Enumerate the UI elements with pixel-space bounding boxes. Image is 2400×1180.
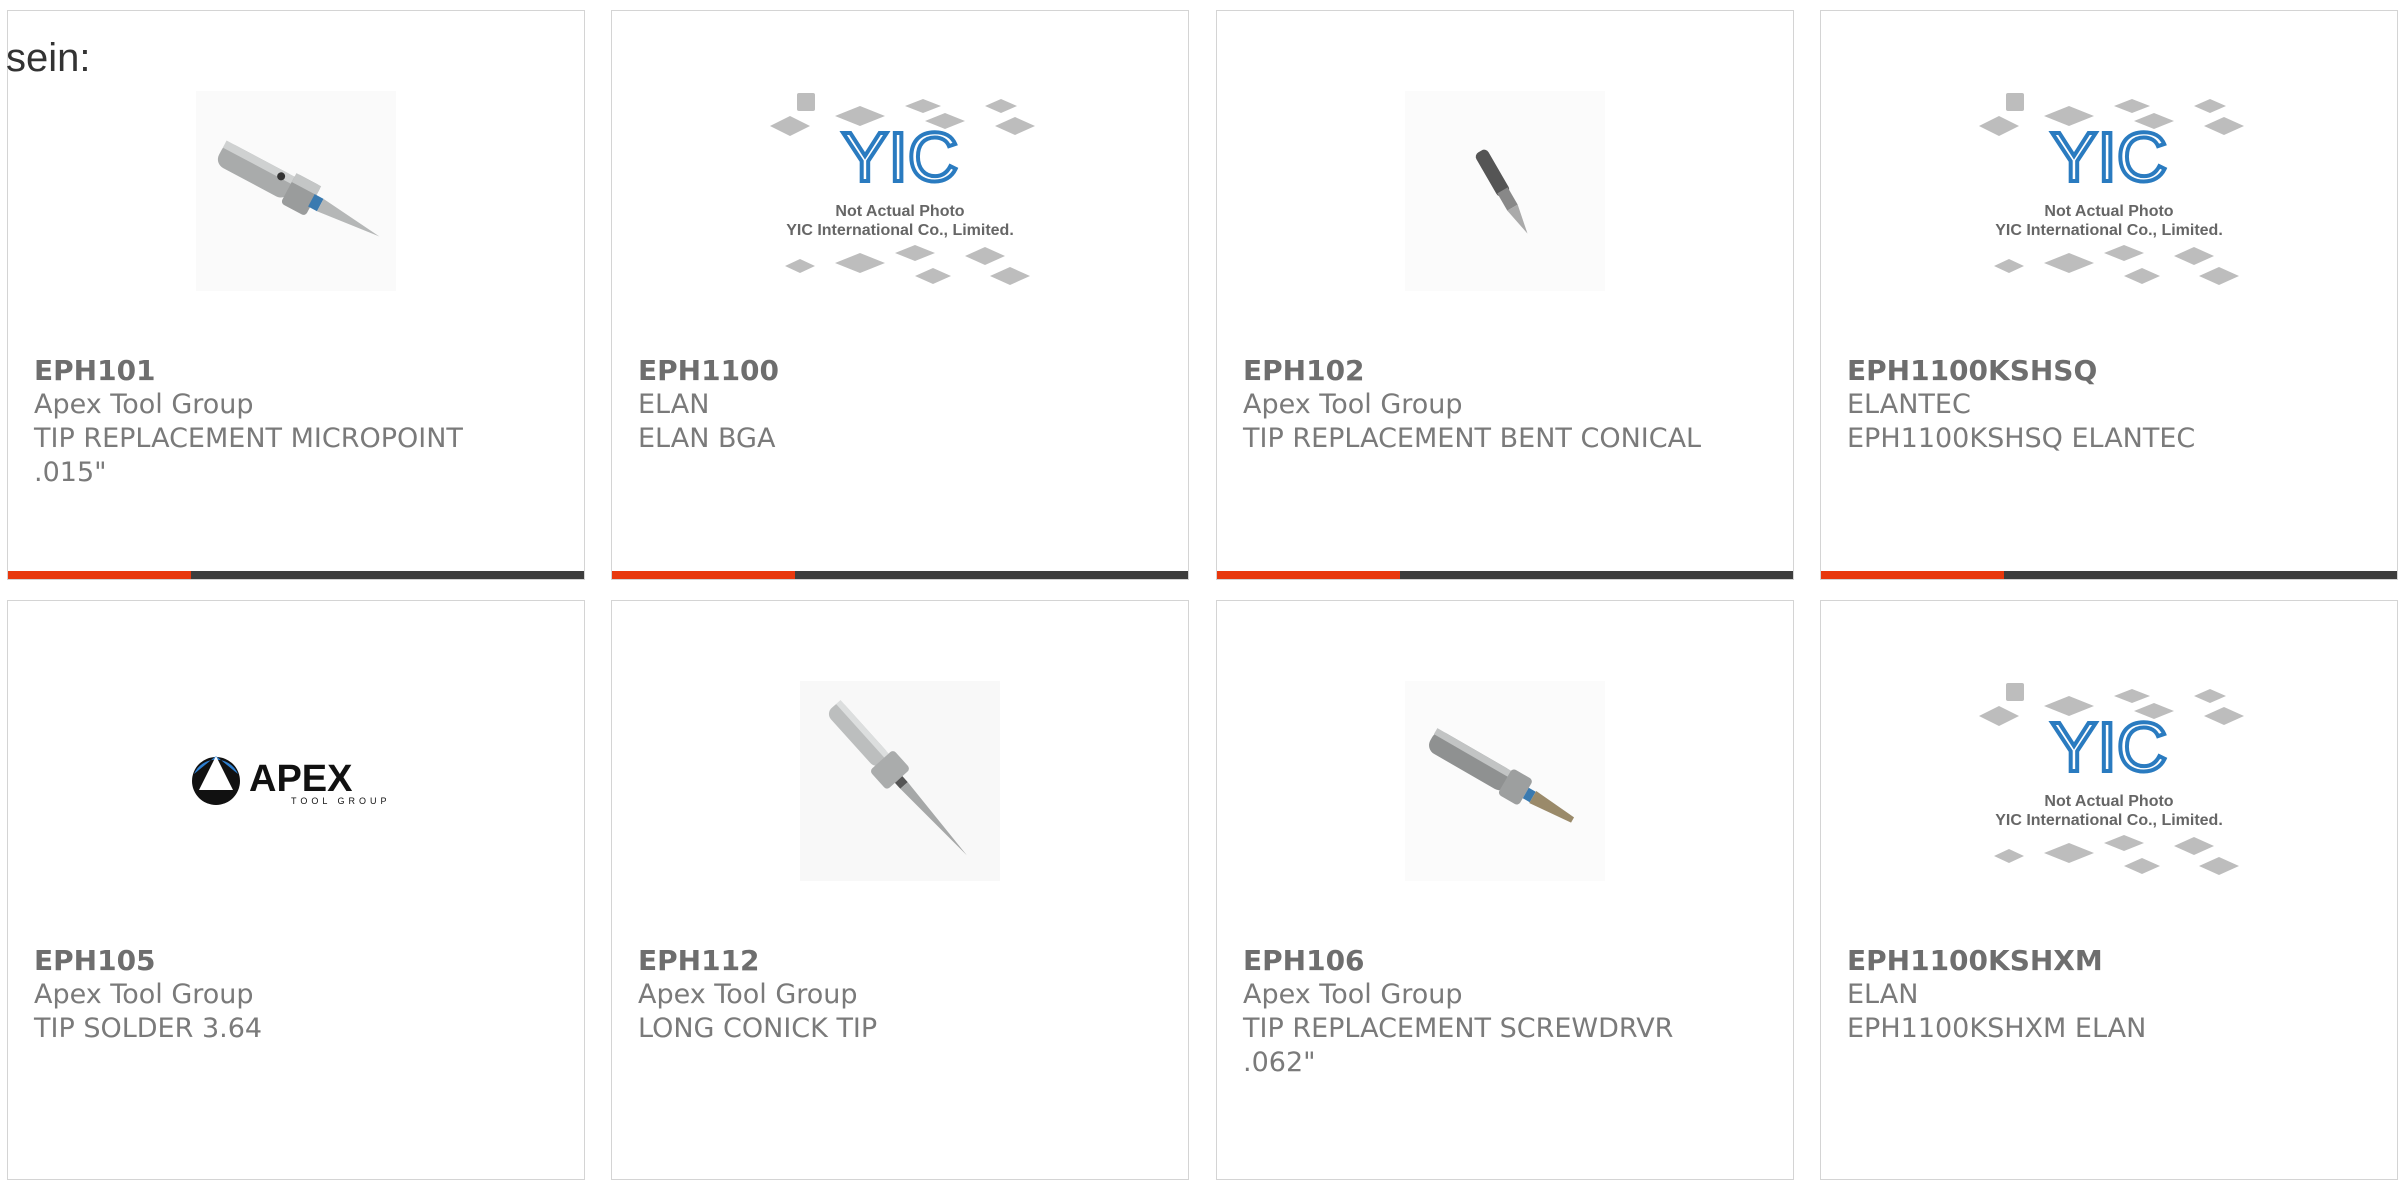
product-image[interactable]: YIC Not Actual Photo YIC International C…: [1821, 71, 2397, 311]
part-number[interactable]: EPH102: [1243, 354, 1713, 388]
product-info: EPH1100KSHXM ELAN EPH1100KSHXM ELAN: [1847, 944, 2317, 1046]
card-bar: [612, 571, 1188, 579]
product-image[interactable]: [1217, 661, 1793, 901]
manufacturer: Apex Tool Group: [1243, 979, 1463, 1010]
svg-text:YIC: YIC: [2051, 708, 2168, 786]
soldering-tip-photo: [196, 91, 396, 291]
product-info: EPH1100 ELAN ELAN BGA: [638, 354, 1108, 456]
screwdriver-tip-photo: [1405, 681, 1605, 881]
svg-text:YIC International Co., Limited: YIC International Co., Limited.: [1995, 222, 2223, 239]
manufacturer: ELAN: [638, 389, 710, 420]
svg-text:Not Actual Photo: Not Actual Photo: [2044, 793, 2173, 810]
part-number[interactable]: EPH105: [34, 944, 504, 978]
product-card[interactable]: YIC Not Actual Photo YIC International C…: [1820, 10, 2398, 580]
product-info: EPH1100KSHSQ ELANTEC EPH1100KSHSQ ELANTE…: [1847, 354, 2317, 456]
svg-text:APEX: APEX: [249, 758, 353, 800]
bent-tip-photo: [1405, 91, 1605, 291]
product-image[interactable]: APEX TOOL GROUP: [8, 661, 584, 901]
product-card[interactable]: EPH101 Apex Tool Group TIP REPLACEMENT M…: [7, 10, 585, 580]
product-image[interactable]: [1217, 71, 1793, 311]
manufacturer: Apex Tool Group: [34, 389, 254, 420]
manufacturer: Apex Tool Group: [1243, 389, 1463, 420]
manufacturer: ELANTEC: [1847, 389, 1971, 420]
description: TIP REPLACEMENT BENT CONICAL: [1243, 423, 1702, 454]
product-image[interactable]: [612, 661, 1188, 901]
svg-text:YIC International Co., Limited: YIC International Co., Limited.: [786, 222, 1014, 239]
apex-logo: APEX TOOL GROUP: [192, 756, 391, 806]
product-card[interactable]: YIC Not Actual Photo YIC International C…: [1820, 600, 2398, 1180]
intro-text: sein:: [6, 36, 91, 80]
part-number[interactable]: EPH106: [1243, 944, 1713, 978]
product-card[interactable]: APEX TOOL GROUP EPH105 Apex Tool Group T…: [7, 600, 585, 1180]
long-tip-photo: [800, 681, 1000, 881]
part-number[interactable]: EPH112: [638, 944, 1108, 978]
product-image[interactable]: [8, 71, 584, 311]
yic-placeholder-image: YIC Not Actual Photo YIC International C…: [1979, 93, 2244, 285]
product-image[interactable]: YIC Not Actual Photo YIC International C…: [1821, 661, 2397, 901]
product-card[interactable]: EPH112 Apex Tool Group LONG CONICK TIP: [611, 600, 1189, 1180]
manufacturer: Apex Tool Group: [638, 979, 858, 1010]
product-info: EPH101 Apex Tool Group TIP REPLACEMENT M…: [34, 354, 504, 490]
svg-text:Not Actual Photo: Not Actual Photo: [835, 203, 964, 220]
part-number[interactable]: EPH1100: [638, 354, 1108, 388]
svg-text:YIC International Co., Limited: YIC International Co., Limited.: [1995, 812, 2223, 829]
description: TIP REPLACEMENT SCREWDRVR .062": [1243, 1013, 1674, 1078]
part-number[interactable]: EPH1100KSHSQ: [1847, 354, 2317, 388]
description: ELAN BGA: [638, 423, 776, 454]
card-bar: [1821, 571, 2397, 579]
part-number[interactable]: EPH101: [34, 354, 504, 388]
part-number[interactable]: EPH1100KSHXM: [1847, 944, 2317, 978]
product-info: EPH102 Apex Tool Group TIP REPLACEMENT B…: [1243, 354, 1713, 456]
card-bar: [8, 571, 584, 579]
svg-text:YIC: YIC: [2051, 118, 2168, 196]
product-image[interactable]: YIC Not Actual Photo YIC International C…: [612, 71, 1188, 311]
manufacturer: ELAN: [1847, 979, 1919, 1010]
yic-placeholder-image: YIC Not Actual Photo YIC International C…: [770, 93, 1035, 285]
svg-text:TOOL GROUP: TOOL GROUP: [291, 796, 391, 806]
product-card[interactable]: YIC Not Actual Photo YIC International C…: [611, 10, 1189, 580]
card-bar: [1217, 571, 1793, 579]
svg-text:Not Actual Photo: Not Actual Photo: [2044, 203, 2173, 220]
product-info: EPH106 Apex Tool Group TIP REPLACEMENT S…: [1243, 944, 1713, 1080]
product-card[interactable]: EPH106 Apex Tool Group TIP REPLACEMENT S…: [1216, 600, 1794, 1180]
product-info: EPH112 Apex Tool Group LONG CONICK TIP: [638, 944, 1108, 1046]
description: TIP SOLDER 3.64: [34, 1013, 263, 1044]
description: EPH1100KSHSQ ELANTEC: [1847, 423, 2196, 454]
manufacturer: Apex Tool Group: [34, 979, 254, 1010]
description: TIP REPLACEMENT MICROPOINT .015": [34, 423, 463, 488]
svg-text:YIC: YIC: [842, 118, 959, 196]
description: LONG CONICK TIP: [638, 1013, 878, 1044]
product-card[interactable]: EPH102 Apex Tool Group TIP REPLACEMENT B…: [1216, 10, 1794, 580]
product-info: EPH105 Apex Tool Group TIP SOLDER 3.64: [34, 944, 504, 1046]
description: EPH1100KSHXM ELAN: [1847, 1013, 2147, 1044]
yic-placeholder-image: YIC Not Actual Photo YIC International C…: [1979, 683, 2244, 875]
